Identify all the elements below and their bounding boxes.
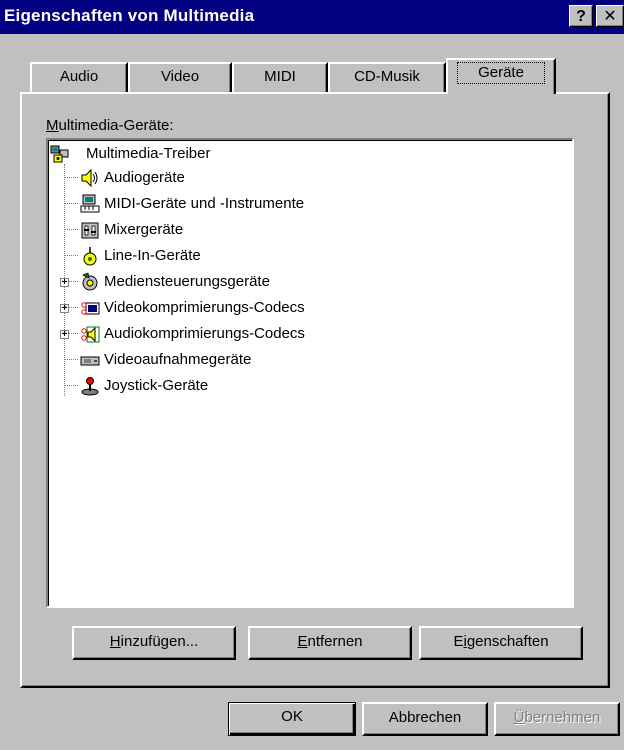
tree-item-label: Mediensteuerungsgeräte [104,273,270,290]
remove-button[interactable]: Entfernen [248,626,412,660]
ok-button[interactable]: OK [228,702,356,736]
expand-icon[interactable]: + [60,330,69,340]
tab-label: Audio [59,68,99,85]
tree-item-label: Line-In-Geräte [104,247,201,264]
tree-root[interactable]: Multimedia-Treiber [48,142,448,166]
speaker-icon [81,168,98,188]
tree-item-line-in[interactable]: Line-In-Geräte [48,244,448,268]
media-control-icon [82,272,98,291]
tree-item-joystick[interactable]: Joystick-Geräte [48,374,448,398]
add-button[interactable]: Hinzufügen... [72,626,236,660]
tab-label: Video [160,68,200,85]
tree-item-label: Videokomprimierungs-Codecs [104,299,305,316]
tree-item-audio-codecs[interactable]: + Audiokomprimierungs-Codecs [48,322,448,346]
devices-tree[interactable]: Multimedia-Treiber Audiogeräte MIDI-Gerä… [46,138,574,608]
apply-button[interactable]: Übernehmen [494,702,620,736]
window-title: Eigenschaften von Multimedia [4,6,255,25]
devices-group-label: Multimedia-Geräte: [46,117,174,134]
tree-item-video-codecs[interactable]: + Videokomprimierungs-Codecs [48,296,448,320]
expand-icon[interactable]: + [60,278,69,288]
audio-codec-icon [81,326,100,343]
tree-item-video-capture[interactable]: Videoaufnahmegeräte [48,348,448,372]
midi-icon [80,194,100,213]
tree-item-label: Joystick-Geräte [104,377,209,394]
tree-item-label: Audiokomprimierungs-Codecs [104,325,305,342]
tab-cd-musik[interactable]: CD-Musik [328,62,446,92]
tab-label: MIDI [264,68,296,85]
help-button[interactable]: ? [569,5,593,27]
cancel-button[interactable]: Abbrechen [362,702,488,736]
tree-item-mixer[interactable]: Mixergeräte [48,218,448,242]
tree-item-midi[interactable]: MIDI-Geräte und -Instrumente [48,192,448,216]
expand-icon[interactable]: + [60,304,69,314]
tab-video[interactable]: Video [128,62,232,92]
tab-audio[interactable]: Audio [30,62,128,92]
close-icon: ✕ [603,8,617,25]
tree-root-label: Multimedia-Treiber [86,145,211,162]
tree-item-audio[interactable]: Audiogeräte [48,166,448,190]
line-in-icon [83,247,97,266]
multimedia-drivers-icon [50,145,69,163]
video-codec-icon [81,302,100,315]
tab-geraete[interactable]: Geräte [446,58,556,94]
tree-item-label: Videoaufnahmegeräte [104,351,252,368]
tab-label: CD-Musik [354,68,420,85]
tree-item-label: Audiogeräte [104,169,185,186]
tree-item-media-control[interactable]: + Mediensteuerungsgeräte [48,270,448,294]
title-bar[interactable]: Eigenschaften von Multimedia ? ✕ [0,0,624,34]
joystick-icon [81,377,99,396]
properties-button[interactable]: Eigenschaften [419,626,583,660]
help-icon: ? [576,8,586,25]
video-capture-icon [80,356,100,366]
tree-item-label: Mixergeräte [104,221,184,238]
tab-midi[interactable]: MIDI [232,62,328,92]
mixer-icon [81,222,99,239]
close-button[interactable]: ✕ [596,5,624,27]
tab-label: Geräte [457,62,545,84]
tree-item-label: MIDI-Geräte und -Instrumente [104,195,305,212]
